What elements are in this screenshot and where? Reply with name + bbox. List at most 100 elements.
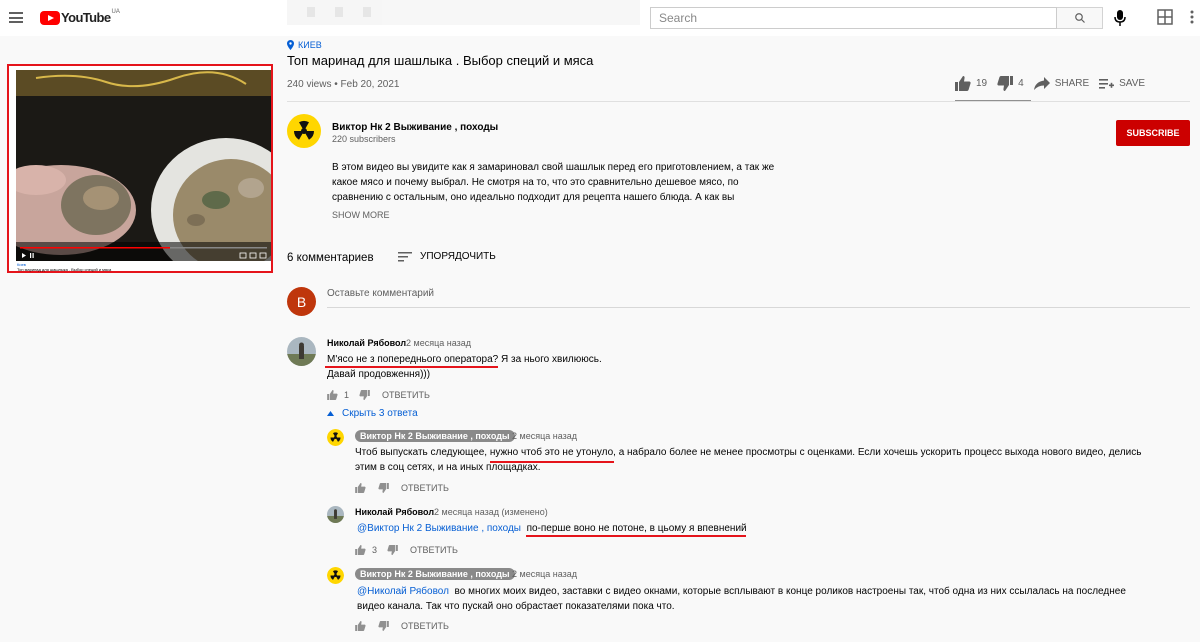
reply-toolbar: ОТВЕТИТЬ (355, 483, 449, 493)
video-frame-illustration (16, 70, 271, 261)
mention-link[interactable]: @Виктор Нк 2 Выживание , походы (357, 523, 521, 534)
reply-dislike-button[interactable] (378, 621, 389, 631)
logo-text: YouTube (61, 10, 111, 25)
reply-text: @Николай Рябовол во многих моих видео, з… (357, 584, 1147, 614)
reply-button[interactable]: ОТВЕТИТЬ (382, 390, 430, 400)
thumbs-up-icon (355, 621, 366, 631)
reply-author-badge[interactable]: Виктор Нк 2 Выживание , походы (355, 430, 515, 442)
video-description: В этом видео вы увидите как я замаринова… (332, 162, 775, 203)
logo-country: UA (111, 8, 120, 15)
reply-time[interactable]: 2 месяца назад (512, 569, 577, 579)
location-link[interactable]: КИЕВ (287, 40, 322, 50)
chevron-up-icon (327, 411, 334, 416)
thumbs-up-icon (355, 483, 366, 493)
mini-player-video[interactable] (16, 70, 271, 261)
reply-text-body: во многих моих видео, заставки с видео о… (357, 586, 1126, 612)
thumbs-up-icon (327, 390, 338, 400)
mini-player-title: Топ маринад для шашлыка . Выбор специй и… (17, 267, 112, 272)
comment-toolbar: 1 ОТВЕТИТЬ (327, 390, 430, 400)
reply-button[interactable]: ОТВЕТИТЬ (410, 545, 458, 555)
reply-toolbar: ОТВЕТИТЬ (355, 621, 449, 631)
search-input[interactable] (650, 7, 1057, 29)
sort-comments-button[interactable]: УПОРЯДОЧИТЬ (398, 251, 496, 262)
show-more-button[interactable]: SHOW MORE (332, 210, 390, 220)
reply-author-badge[interactable]: Виктор Нк 2 Выживание , походы (355, 568, 515, 580)
reply-avatar[interactable] (327, 567, 344, 584)
save-label: SAVE (1119, 78, 1146, 89)
more-icon (1190, 10, 1194, 24)
add-comment-input[interactable]: Оставьте комментарий (327, 288, 1190, 308)
search-icon (1074, 13, 1085, 23)
reply-author[interactable]: Николай Рябовол (355, 507, 434, 517)
reply-button[interactable]: ОТВЕТИТЬ (401, 483, 449, 493)
reply-time[interactable]: 2 месяца назад (512, 431, 577, 441)
thumbs-up-icon (355, 545, 366, 555)
channel-name[interactable]: Виктор Нк 2 Выживание , походы (332, 122, 498, 133)
comment-author[interactable]: Николай Рябовол (327, 338, 406, 348)
thumbs-down-icon (378, 483, 389, 493)
voice-search-button[interactable] (1111, 8, 1129, 28)
thumbs-down-icon (378, 621, 389, 631)
reply-avatar[interactable] (327, 429, 344, 446)
user-avatar[interactable]: B (287, 287, 316, 316)
photo-avatar-icon (327, 506, 344, 523)
reply-toolbar: 3 ОТВЕТИТЬ (355, 545, 458, 555)
comments-count: 6 комментариев (287, 252, 374, 264)
reply-button[interactable]: ОТВЕТИТЬ (401, 621, 449, 631)
reply-like-button[interactable] (355, 545, 366, 555)
thumbs-down-icon (997, 76, 1014, 91)
highlight-underline (526, 535, 746, 537)
subscribe-button[interactable]: SUBSCRIBE (1116, 120, 1190, 146)
comment-time[interactable]: 2 месяца назад (406, 338, 471, 348)
reply-like-button[interactable] (355, 483, 366, 493)
youtube-logo-icon (40, 10, 60, 25)
apps-icon (1157, 9, 1173, 25)
menu-icon[interactable] (9, 12, 23, 23)
comment-dislike-button[interactable] (359, 390, 370, 400)
share-button[interactable]: SHARE (1033, 77, 1090, 90)
subscriber-count: 220 subscribers (332, 134, 396, 144)
reply-text: @Виктор Нк 2 Выживание , походы по-перше… (357, 521, 747, 536)
comment-like-button[interactable] (327, 390, 338, 400)
mic-icon (1114, 10, 1126, 26)
top-bar: YouTube UA (0, 0, 1200, 36)
more-button[interactable] (1185, 7, 1199, 27)
dislike-button[interactable]: 4 (997, 76, 1024, 91)
comment-like-count: 1 (344, 390, 350, 400)
mini-player-frame: Киев Топ маринад для шашлыка . Выбор спе… (7, 64, 273, 273)
sort-label: УПОРЯДОЧИТЬ (420, 251, 496, 262)
save-playlist-icon (1099, 78, 1115, 89)
like-button[interactable]: 19 (955, 76, 987, 91)
search-button[interactable] (1057, 7, 1103, 29)
hide-replies-button[interactable]: Скрыть 3 ответа (327, 408, 418, 419)
comment-text-line: Давай продовження))) (327, 369, 431, 380)
highlight-underline (325, 366, 498, 368)
reply-text-body: по-перше воно не потоне, в цьому я впевн… (526, 523, 747, 534)
sort-icon (398, 251, 412, 261)
views-date: 240 views • Feb 20, 2021 (287, 79, 400, 90)
apps-button[interactable] (1155, 7, 1175, 27)
thumbs-down-icon (359, 390, 370, 400)
youtube-logo[interactable]: YouTube UA (40, 8, 120, 25)
reply-text: Чтоб выпускать следующее, нужно чтоб это… (355, 447, 1142, 473)
mention-link[interactable]: @Николай Рябовол (357, 586, 449, 597)
highlight-underline (490, 461, 614, 463)
photo-avatar-icon (287, 337, 316, 366)
reply-avatar[interactable] (327, 506, 344, 523)
channel-avatar[interactable] (287, 114, 321, 148)
thumbs-down-icon (387, 545, 398, 555)
dislike-count: 4 (1018, 78, 1024, 89)
comment-avatar[interactable] (287, 337, 316, 366)
divider (287, 101, 1190, 102)
reply-time[interactable]: 2 месяца назад (изменено) (434, 507, 548, 517)
reply-dislike-button[interactable] (387, 545, 398, 555)
hide-replies-label: Скрыть 3 ответа (342, 408, 418, 419)
video-actions: 19 4 SHARE SAVE (955, 76, 1155, 91)
like-count: 19 (976, 78, 988, 89)
reply-like-button[interactable] (355, 621, 366, 631)
comment-text-line: М'ясо не з попереднього оператора? Я за … (327, 354, 602, 365)
video-title: Топ маринад для шашлыка . Выбор специй и… (287, 53, 594, 68)
reply-dislike-button[interactable] (378, 483, 389, 493)
save-button[interactable]: SAVE (1099, 78, 1145, 90)
share-label: SHARE (1054, 78, 1090, 89)
